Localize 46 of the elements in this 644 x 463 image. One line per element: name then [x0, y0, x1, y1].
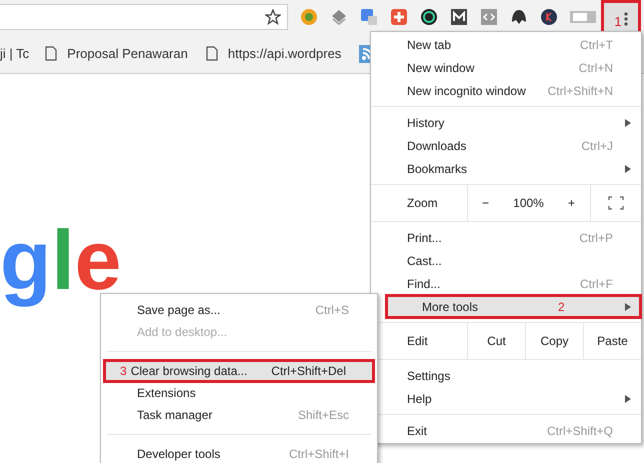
shortcut-text: Shift+Esc [298, 407, 349, 424]
gauge-icon[interactable] [420, 8, 438, 26]
shortcut-text: Ctrl+F [580, 276, 613, 292]
shortcut-text: Ctrl+Shift+Del [271, 363, 346, 380]
menu-item[interactable]: Bookmarks [371, 157, 641, 180]
menu-label: Zoom [406, 195, 439, 212]
bookmark[interactable]: https://api.wordpres [228, 44, 342, 64]
shortcut-text: Ctrl+N [578, 60, 613, 76]
menu-item[interactable]: History [371, 111, 641, 134]
menu-item[interactable]: New incognito window Ctrl+Shift+N [371, 79, 641, 102]
code-icon[interactable] [480, 8, 498, 26]
shortcut-text: Ctrl+Shift+Q [546, 422, 613, 440]
shortcut-text: Ctrl+T [580, 36, 613, 54]
plus-icon[interactable] [390, 8, 408, 26]
fullscreen-icon[interactable] [608, 196, 624, 210]
step-number: 3 [120, 363, 127, 380]
star-icon[interactable] [265, 9, 281, 25]
bookmark[interactable]: Proposal Penawaran [67, 44, 188, 64]
page-icon [45, 46, 58, 61]
menu-item[interactable]: More tools 2 [386, 295, 641, 318]
menu-item[interactable]: Print... Ctrl+P [371, 226, 641, 249]
menu-item[interactable]: Find... Ctrl+F [371, 272, 641, 295]
menu-item[interactable]: Developer tools Ctrl+Shift+I [101, 443, 377, 463]
shortcut-text: Ctrl+S [315, 302, 349, 319]
shortcut-text: Ctrl+Shift+N [548, 82, 613, 100]
bookmark[interactable]: ji | Tc [0, 44, 30, 64]
translate-icon[interactable] [360, 8, 378, 26]
step-number: 1 [614, 13, 622, 32]
shortcut-text: Ctrl+P [579, 230, 613, 246]
menu-item[interactable]: Downloads Ctrl+J [371, 134, 641, 157]
zoom-out-button[interactable]: − [468, 194, 504, 212]
step-number: 2 [558, 298, 565, 316]
shortcut-text: Ctrl+Shift+I [288, 446, 349, 463]
menu-item[interactable]: New window Ctrl+N [371, 56, 641, 79]
extension-icon[interactable] [510, 8, 528, 26]
menu-item[interactable]: 3 Clear browsing data... Ctrl+Shift+Del [104, 360, 374, 382]
menu-item[interactable]: Cast... [371, 249, 641, 272]
extension-icon[interactable] [450, 8, 468, 26]
shortcut-text: Ctrl+J [581, 138, 613, 154]
zoom-level: 100% [512, 195, 545, 212]
page-icon [206, 46, 218, 61]
extension-icon[interactable] [540, 8, 558, 26]
layers-icon[interactable] [330, 8, 348, 26]
menu-icon [624, 12, 628, 26]
menu-label: Edit [406, 333, 429, 350]
zoom-in-button[interactable]: + [554, 194, 590, 212]
